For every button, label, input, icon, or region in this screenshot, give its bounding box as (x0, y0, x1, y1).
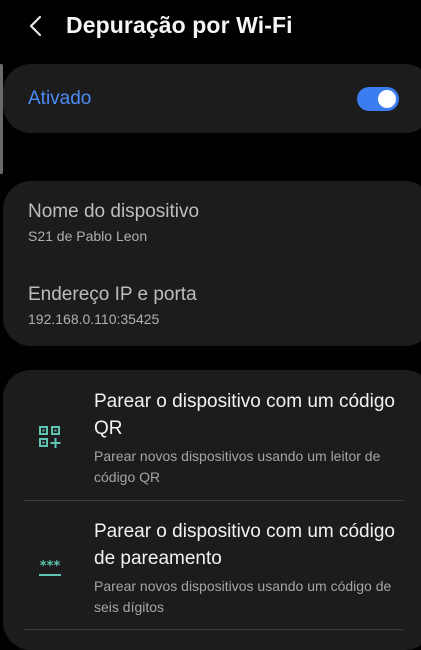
device-name-row[interactable]: Nome do dispositivo S21 de Pablo Leon (28, 201, 199, 244)
pairing-card: Parear o dispositivo com um código QR Pa… (3, 370, 421, 650)
pair-code-item[interactable]: *** Parear o dispositivo com um código d… (3, 501, 421, 650)
page-title: Depuração por Wi-Fi (66, 12, 293, 38)
pair-qr-title: Parear o dispositivo com um código QR (94, 391, 395, 439)
wifi-debugging-switch[interactable] (357, 87, 399, 111)
device-name-value: S21 de Pablo Leon (28, 228, 148, 244)
ip-port-row[interactable]: Endereço IP e porta 192.168.0.110:35425 (28, 284, 197, 327)
device-info-card: Nome do dispositivo S21 de Pablo Leon En… (3, 181, 421, 346)
app-header: Depuração por Wi-Fi (0, 0, 421, 56)
ip-port-value: 192.168.0.110:35425 (28, 311, 160, 327)
pairing-code-icon: *** (37, 557, 63, 583)
qr-code-icon (37, 424, 63, 450)
bottom-divider (23, 629, 403, 630)
svg-text:***: *** (40, 559, 61, 574)
toggle-label: Ativado (28, 88, 92, 109)
enable-toggle-row[interactable]: Ativado (3, 64, 421, 133)
switch-knob (378, 90, 396, 108)
pair-code-description: Parear novos dispositivos usando um códi… (94, 578, 392, 615)
ip-port-label: Endereço IP e porta (28, 284, 197, 305)
pair-qr-code-item[interactable]: Parear o dispositivo com um código QR Pa… (3, 370, 421, 501)
pair-code-title: Parear o dispositivo com um código de pa… (94, 521, 395, 569)
pair-qr-description: Parear novos dispositivos usando um leit… (94, 448, 381, 485)
back-button[interactable] (22, 10, 52, 42)
scroll-indicator (0, 64, 3, 174)
chevron-left-icon (22, 10, 52, 42)
device-name-label: Nome do dispositivo (28, 201, 200, 222)
